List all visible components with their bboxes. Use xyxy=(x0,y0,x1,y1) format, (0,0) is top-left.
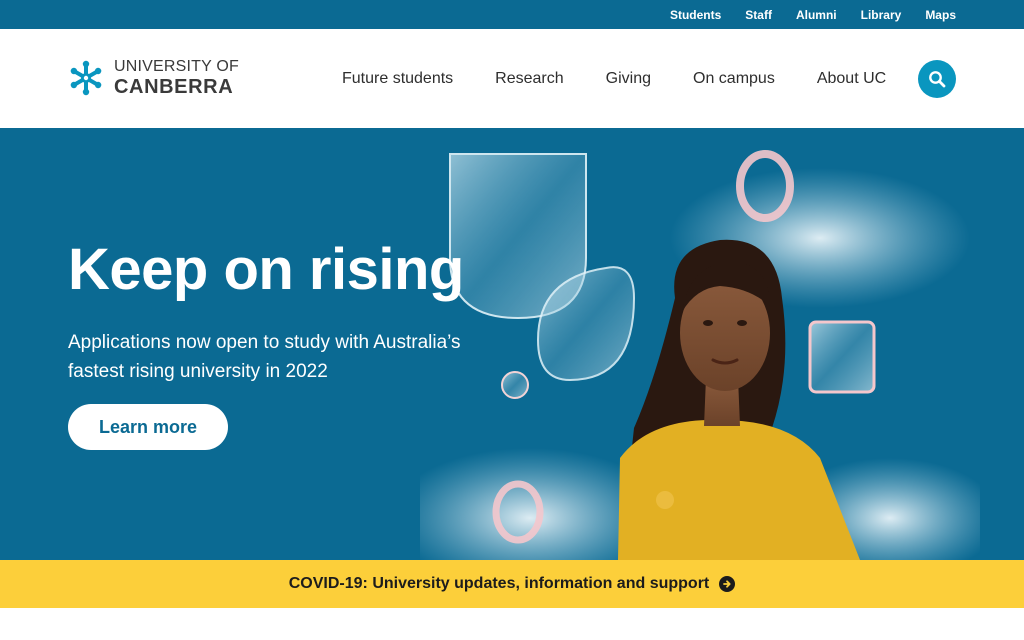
utility-bar: Students Staff Alumni Library Maps xyxy=(0,0,1024,29)
nav-giving[interactable]: Giving xyxy=(606,70,651,88)
nav-about-uc[interactable]: About UC xyxy=(817,70,886,88)
hero-illustration xyxy=(420,150,980,560)
covid-banner: COVID-19: University updates, informatio… xyxy=(0,560,1024,608)
search-icon xyxy=(929,71,946,88)
arrow-right-circle-icon xyxy=(719,576,736,592)
logo-line-1: UNIVERSITY OF xyxy=(114,58,239,75)
nav-research[interactable]: Research xyxy=(495,70,563,88)
glass-square-shape xyxy=(808,320,876,394)
search-button[interactable] xyxy=(918,60,956,98)
utility-link-staff[interactable]: Staff xyxy=(745,8,772,22)
university-logo[interactable]: UNIVERSITY OF CANBERRA xyxy=(68,59,239,97)
site-header: UNIVERSITY OF CANBERRA Future students R… xyxy=(0,29,1024,128)
utility-link-maps[interactable]: Maps xyxy=(925,8,956,22)
uc-snowflake-logo-icon xyxy=(70,60,102,96)
utility-nav: Students Staff Alumni Library Maps xyxy=(670,0,956,29)
utility-link-students[interactable]: Students xyxy=(670,8,721,22)
small-bubble xyxy=(501,371,529,399)
nav-future-students[interactable]: Future students xyxy=(342,70,453,88)
hero-banner: Keep on rising Applications now open to … xyxy=(0,128,1024,560)
nav-on-campus[interactable]: On campus xyxy=(693,70,775,88)
covid-updates-link[interactable]: COVID-19: University updates, informatio… xyxy=(289,575,736,593)
utility-link-alumni[interactable]: Alumni xyxy=(796,8,837,22)
covid-banner-text: COVID-19: University updates, informatio… xyxy=(288,575,710,592)
logo-line-2: CANBERRA xyxy=(114,76,234,98)
utility-link-library[interactable]: Library xyxy=(861,8,902,22)
main-nav: Future students Research Giving On campu… xyxy=(342,29,928,128)
logo-wordmark: UNIVERSITY OF CANBERRA xyxy=(114,58,239,98)
hero-subtitle: Applications now open to study with Aust… xyxy=(68,332,461,382)
learn-more-button[interactable]: Learn more xyxy=(68,404,228,450)
hero-title: Keep on rising xyxy=(68,237,464,302)
